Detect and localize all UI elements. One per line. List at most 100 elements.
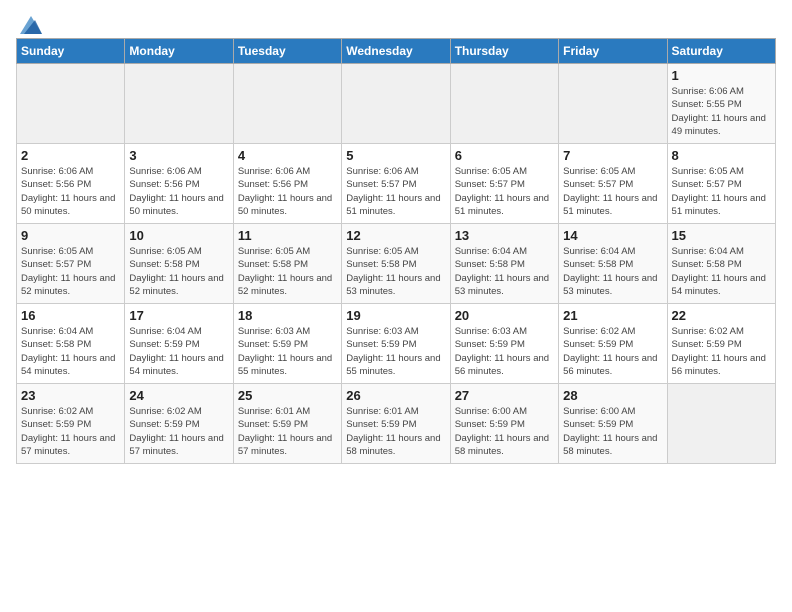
weekday-header-wednesday: Wednesday xyxy=(342,39,450,64)
day-info: Sunrise: 6:05 AM Sunset: 5:58 PM Dayligh… xyxy=(346,245,445,298)
calendar-cell: 1 Sunrise: 6:06 AM Sunset: 5:55 PM Daylig… xyxy=(667,64,775,144)
calendar-cell: 2 Sunrise: 6:06 AM Sunset: 5:56 PM Daylig… xyxy=(17,144,125,224)
day-number: 3 xyxy=(129,148,228,163)
calendar-cell: 23 Sunrise: 6:02 AM Sunset: 5:59 PM Dayli… xyxy=(17,384,125,464)
calendar-cell: 19 Sunrise: 6:03 AM Sunset: 5:59 PM Dayli… xyxy=(342,304,450,384)
day-number: 27 xyxy=(455,388,554,403)
day-info: Sunrise: 6:04 AM Sunset: 5:59 PM Dayligh… xyxy=(129,325,228,378)
day-info: Sunrise: 6:02 AM Sunset: 5:59 PM Dayligh… xyxy=(129,405,228,458)
calendar-week-2: 9 Sunrise: 6:05 AM Sunset: 5:57 PM Daylig… xyxy=(17,224,776,304)
calendar-cell: 7Sunrise: 6:05 AM Sunset: 5:57 PM Daylig… xyxy=(559,144,667,224)
calendar-cell xyxy=(342,64,450,144)
day-number: 16 xyxy=(21,308,120,323)
weekday-header-saturday: Saturday xyxy=(667,39,775,64)
day-info: Sunrise: 6:02 AM Sunset: 5:59 PM Dayligh… xyxy=(21,405,120,458)
day-info: Sunrise: 6:04 AM Sunset: 5:58 PM Dayligh… xyxy=(563,245,662,298)
calendar-cell: 8Sunrise: 6:05 AM Sunset: 5:57 PM Daylig… xyxy=(667,144,775,224)
day-number: 15 xyxy=(672,228,771,243)
day-info: Sunrise: 6:05 AM Sunset: 5:57 PM Dayligh… xyxy=(21,245,120,298)
weekday-header-friday: Friday xyxy=(559,39,667,64)
day-info: Sunrise: 6:04 AM Sunset: 5:58 PM Dayligh… xyxy=(455,245,554,298)
calendar-week-4: 23 Sunrise: 6:02 AM Sunset: 5:59 PM Dayli… xyxy=(17,384,776,464)
day-number: 13 xyxy=(455,228,554,243)
calendar-cell: 10 Sunrise: 6:05 AM Sunset: 5:58 PM Dayli… xyxy=(125,224,233,304)
day-number: 9 xyxy=(21,228,120,243)
calendar-cell: 6 Sunrise: 6:05 AM Sunset: 5:57 PM Daylig… xyxy=(450,144,558,224)
calendar-cell xyxy=(233,64,341,144)
day-number: 10 xyxy=(129,228,228,243)
weekday-header-row: SundayMondayTuesdayWednesdayThursdayFrid… xyxy=(17,39,776,64)
day-number: 11 xyxy=(238,228,337,243)
page-header xyxy=(16,16,776,30)
calendar-cell xyxy=(17,64,125,144)
day-info: Sunrise: 6:02 AM Sunset: 5:59 PM Dayligh… xyxy=(563,325,662,378)
calendar-cell: 26 Sunrise: 6:01 AM Sunset: 5:59 PM Dayli… xyxy=(342,384,450,464)
calendar-cell: 9 Sunrise: 6:05 AM Sunset: 5:57 PM Daylig… xyxy=(17,224,125,304)
calendar-week-0: 1 Sunrise: 6:06 AM Sunset: 5:55 PM Daylig… xyxy=(17,64,776,144)
calendar-cell: 24 Sunrise: 6:02 AM Sunset: 5:59 PM Dayli… xyxy=(125,384,233,464)
day-number: 12 xyxy=(346,228,445,243)
day-number: 8 xyxy=(672,148,771,163)
day-number: 21 xyxy=(563,308,662,323)
calendar-cell: 21 Sunrise: 6:02 AM Sunset: 5:59 PM Dayli… xyxy=(559,304,667,384)
calendar-cell: 27 Sunrise: 6:00 AM Sunset: 5:59 PM Dayli… xyxy=(450,384,558,464)
calendar-cell xyxy=(667,384,775,464)
day-info: Sunrise: 6:02 AM Sunset: 5:59 PM Dayligh… xyxy=(672,325,771,378)
calendar-cell xyxy=(559,64,667,144)
day-number: 1 xyxy=(672,68,771,83)
calendar-cell: 3 Sunrise: 6:06 AM Sunset: 5:56 PM Daylig… xyxy=(125,144,233,224)
weekday-header-sunday: Sunday xyxy=(17,39,125,64)
calendar-cell xyxy=(450,64,558,144)
day-number: 6 xyxy=(455,148,554,163)
calendar-cell: 28Sunrise: 6:00 AM Sunset: 5:59 PM Dayli… xyxy=(559,384,667,464)
calendar-cell: 13 Sunrise: 6:04 AM Sunset: 5:58 PM Dayli… xyxy=(450,224,558,304)
calendar-cell: 16Sunrise: 6:04 AM Sunset: 5:58 PM Dayli… xyxy=(17,304,125,384)
day-number: 7 xyxy=(563,148,662,163)
day-info: Sunrise: 6:03 AM Sunset: 5:59 PM Dayligh… xyxy=(346,325,445,378)
weekday-header-monday: Monday xyxy=(125,39,233,64)
logo xyxy=(16,16,42,30)
day-info: Sunrise: 6:05 AM Sunset: 5:57 PM Dayligh… xyxy=(455,165,554,218)
calendar-cell: 14 Sunrise: 6:04 AM Sunset: 5:58 PM Dayli… xyxy=(559,224,667,304)
day-number: 17 xyxy=(129,308,228,323)
calendar-week-3: 16Sunrise: 6:04 AM Sunset: 5:58 PM Dayli… xyxy=(17,304,776,384)
day-info: Sunrise: 6:01 AM Sunset: 5:59 PM Dayligh… xyxy=(346,405,445,458)
calendar-cell: 25Sunrise: 6:01 AM Sunset: 5:59 PM Dayli… xyxy=(233,384,341,464)
calendar-cell: 18 Sunrise: 6:03 AM Sunset: 5:59 PM Dayli… xyxy=(233,304,341,384)
day-info: Sunrise: 6:00 AM Sunset: 5:59 PM Dayligh… xyxy=(455,405,554,458)
day-info: Sunrise: 6:03 AM Sunset: 5:59 PM Dayligh… xyxy=(238,325,337,378)
day-number: 14 xyxy=(563,228,662,243)
day-number: 4 xyxy=(238,148,337,163)
day-number: 19 xyxy=(346,308,445,323)
day-number: 22 xyxy=(672,308,771,323)
day-info: Sunrise: 6:00 AM Sunset: 5:59 PM Dayligh… xyxy=(563,405,662,458)
day-info: Sunrise: 6:06 AM Sunset: 5:55 PM Dayligh… xyxy=(672,85,771,138)
day-number: 25 xyxy=(238,388,337,403)
calendar-cell: 20Sunrise: 6:03 AM Sunset: 5:59 PM Dayli… xyxy=(450,304,558,384)
day-number: 24 xyxy=(129,388,228,403)
day-number: 23 xyxy=(21,388,120,403)
calendar-cell xyxy=(125,64,233,144)
day-info: Sunrise: 6:06 AM Sunset: 5:56 PM Dayligh… xyxy=(21,165,120,218)
calendar-cell: 12 Sunrise: 6:05 AM Sunset: 5:58 PM Dayli… xyxy=(342,224,450,304)
calendar-cell: 15 Sunrise: 6:04 AM Sunset: 5:58 PM Dayli… xyxy=(667,224,775,304)
calendar-body: 1 Sunrise: 6:06 AM Sunset: 5:55 PM Daylig… xyxy=(17,64,776,464)
day-info: Sunrise: 6:06 AM Sunset: 5:56 PM Dayligh… xyxy=(129,165,228,218)
day-info: Sunrise: 6:03 AM Sunset: 5:59 PM Dayligh… xyxy=(455,325,554,378)
day-info: Sunrise: 6:05 AM Sunset: 5:58 PM Dayligh… xyxy=(238,245,337,298)
calendar-cell: 17 Sunrise: 6:04 AM Sunset: 5:59 PM Dayli… xyxy=(125,304,233,384)
day-number: 2 xyxy=(21,148,120,163)
day-number: 5 xyxy=(346,148,445,163)
day-info: Sunrise: 6:05 AM Sunset: 5:58 PM Dayligh… xyxy=(129,245,228,298)
calendar-cell: 22 Sunrise: 6:02 AM Sunset: 5:59 PM Dayli… xyxy=(667,304,775,384)
day-info: Sunrise: 6:06 AM Sunset: 5:57 PM Dayligh… xyxy=(346,165,445,218)
day-info: Sunrise: 6:06 AM Sunset: 5:56 PM Dayligh… xyxy=(238,165,337,218)
weekday-header-thursday: Thursday xyxy=(450,39,558,64)
calendar-cell: 11 Sunrise: 6:05 AM Sunset: 5:58 PM Dayli… xyxy=(233,224,341,304)
day-number: 26 xyxy=(346,388,445,403)
day-number: 18 xyxy=(238,308,337,323)
day-info: Sunrise: 6:04 AM Sunset: 5:58 PM Dayligh… xyxy=(672,245,771,298)
calendar-week-1: 2 Sunrise: 6:06 AM Sunset: 5:56 PM Daylig… xyxy=(17,144,776,224)
logo-icon xyxy=(20,16,42,34)
calendar-table: SundayMondayTuesdayWednesdayThursdayFrid… xyxy=(16,38,776,464)
